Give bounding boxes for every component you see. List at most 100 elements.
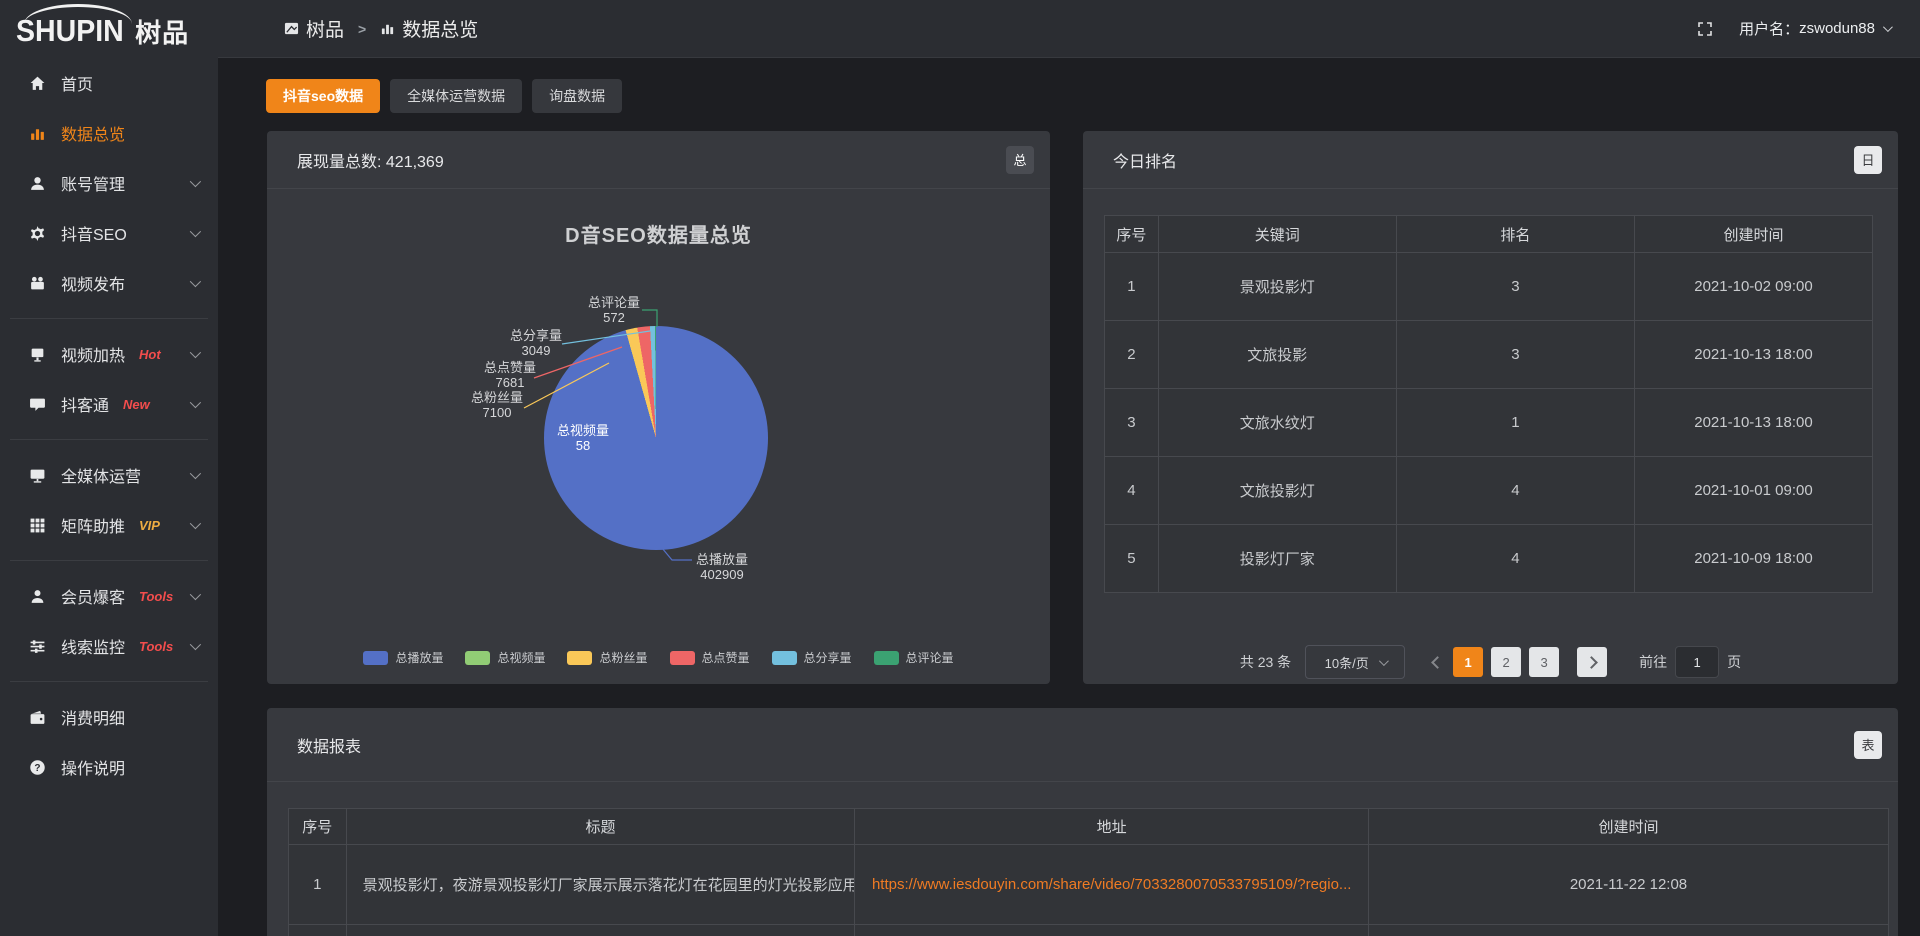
sidebar-item-label: 线索监控 [61,634,125,658]
screen-icon [28,346,46,363]
column-header: 地址 [855,809,1369,845]
sidebar-item-2[interactable]: 账号管理 [0,158,218,208]
day-toggle-button[interactable]: 日 [1854,146,1882,174]
chevron-down-icon [190,226,201,237]
main-content: 抖音seo数据全媒体运营数据询盘数据 展现量总数: 421,369 总 D音SE… [218,58,1920,936]
legend-item-2[interactable]: 总粉丝量 [567,649,647,666]
gear-icon [28,225,46,242]
pie-label-fans: 总粉丝量7100 [449,390,545,420]
prev-page-button[interactable] [1429,655,1443,669]
sidebar-item-label: 数据总览 [61,121,125,145]
legend-item-4[interactable]: 总分享量 [772,649,852,666]
sidebar-item-0[interactable]: 首页 [0,58,218,108]
breadcrumb-item-home[interactable]: 树品 [284,15,344,42]
chevron-down-icon [1379,656,1389,666]
pie-label-plays: 总播放量402909 [674,552,770,582]
report-table-head: 序号标题地址创建时间 [289,809,1889,845]
sidebar-item-badge: Hot [139,347,161,362]
sidebar-item-7[interactable]: 全媒体运营 [0,450,218,500]
table-cell: 2021-10-01 09:00 [1634,457,1872,525]
legend-swatch [465,651,490,665]
video-link[interactable]: https://www.iesdouyin.com/share/video/70… [872,876,1352,893]
table-cell: 2021-10-13 18:00 [1634,321,1872,389]
tab-1[interactable]: 全媒体运营数据 [390,79,522,113]
chat-bubble-icon [28,396,46,413]
logo-text-cn: 树品 [135,13,189,50]
home-icon [28,75,46,92]
ranking-panel-header: 今日排名 日 [1083,131,1898,189]
table-cell: 3 [1396,253,1634,321]
sidebar-item-5[interactable]: 视频加热Hot [0,329,218,379]
table-cell: 5 [1105,525,1159,593]
sidebar-divider [10,439,208,440]
page-button-3[interactable]: 3 [1529,647,1559,677]
breadcrumb-separator: > [358,21,366,37]
chevron-down-icon [190,397,201,408]
user-menu[interactable]: 用户名： zswodun88 [1739,18,1890,39]
legend-item-1[interactable]: 总视频量 [465,649,545,666]
ranking-table: 序号关键词排名创建时间 1景观投影灯32021-10-02 09:002文旅投影… [1104,215,1873,593]
table-cell: 景观投影灯 [1158,253,1396,321]
legend-item-5[interactable]: 总评论量 [874,649,954,666]
tab-2[interactable]: 询盘数据 [532,79,622,113]
sidebar-item-badge: Tools [139,589,173,604]
legend-item-3[interactable]: 总点赞量 [670,649,750,666]
goto-page-input[interactable] [1675,646,1719,678]
sidebar-item-label: 抖客通 [61,392,109,416]
total-toggle-button[interactable]: 总 [1006,146,1034,174]
page-size-select[interactable]: 10条/页 [1305,645,1405,679]
breadcrumb-item-current[interactable]: 数据总览 [380,15,478,42]
table-cell: https://www.iesdouyin.com/share/video/70… [855,845,1369,925]
table-row: 4文旅投影灯42021-10-01 09:00 [1105,457,1873,525]
chevron-down-icon [190,589,201,600]
sidebar-item-label: 消费明细 [61,705,125,729]
table-cell: 文旅投影灯 [1158,457,1396,525]
ranking-panel-title: 今日排名 [1113,148,1177,172]
sidebar-divider [10,681,208,682]
chevron-down-icon [190,468,201,479]
ranking-table-body: 1景观投影灯32021-10-02 09:002文旅投影32021-10-13 … [1105,253,1873,593]
legend-swatch [363,651,388,665]
legend-item-0[interactable]: 总播放量 [363,649,443,666]
table-cell: 2021-11-22 12:08 [1368,845,1888,925]
member-icon [28,588,46,605]
app-logo: SHUPIN 树品 [0,0,218,58]
table-toggle-button[interactable]: 表 [1854,731,1882,759]
sidebar-item-6[interactable]: 抖客通New [0,379,218,429]
sidebar-menu: 首页数据总览账号管理抖音SEO视频发布视频加热Hot抖客通New全媒体运营矩阵助… [0,58,218,792]
sidebar-item-label: 视频发布 [61,271,125,295]
table-row: 1景观投影灯，夜游景观投影灯厂家展示展示落花灯在花园里的灯光投影应用效果 #ht… [289,845,1889,925]
sidebar-item-9[interactable]: 会员爆客Tools [0,571,218,621]
sidebar-item-label: 首页 [61,71,93,95]
table-cell: 景观投影灯，夜游景观投影灯厂家展示展示落花灯在花园里的灯光投影应用效果 # [346,845,855,925]
chevron-down-icon [190,276,201,287]
report-table: 序号标题地址创建时间 1景观投影灯，夜游景观投影灯厂家展示展示落花灯在花园里的灯… [288,808,1889,936]
fullscreen-icon[interactable] [1697,21,1713,37]
tab-0[interactable]: 抖音seo数据 [266,79,380,113]
table-row: 2文旅投影32021-10-13 18:00 [1105,321,1873,389]
sidebar-item-8[interactable]: 矩阵助推VIP [0,500,218,550]
data-report-panel: 数据报表 表 序号标题地址创建时间 1景观投影灯，夜游景观投影灯厂家展示展示落花… [267,708,1898,936]
sidebar-item-1[interactable]: 数据总览 [0,108,218,158]
chart-legend: 总播放量 总视频量 总粉丝量 总点赞量 总分享量 总评论量 [267,649,1050,666]
next-page-button[interactable] [1577,647,1607,677]
sliders-icon [28,638,46,655]
page-button-1[interactable]: 1 [1453,647,1483,677]
username-value: zswodun88 [1799,20,1875,37]
legend-label: 总粉丝量 [599,649,647,666]
seo-chart-panel: 展现量总数: 421,369 总 D音SEO数据量总览 总评论量572 总分享量… [267,131,1050,684]
table-row: 3文旅水纹灯12021-10-13 18:00 [1105,389,1873,457]
chevron-down-icon [190,176,201,187]
sidebar: SHUPIN 树品 首页数据总览账号管理抖音SEO 视频发布视频加热Hot抖客通N… [0,0,218,936]
sidebar-item-3[interactable]: 抖音SEO [0,208,218,258]
sidebar-item-11[interactable]: 消费明细 [0,692,218,742]
sidebar-item-4[interactable]: 视频发布 [0,258,218,308]
sidebar-item-10[interactable]: 线索监控Tools [0,621,218,671]
table-cell: 文旅投影 [1158,321,1396,389]
page-button-2[interactable]: 2 [1491,647,1521,677]
chevron-down-icon [190,639,201,650]
sidebar-item-12[interactable]: ?操作说明 [0,742,218,792]
sidebar-item-label: 矩阵助推 [61,513,125,537]
table-cell: 1 [1396,389,1634,457]
chevron-down-icon [1883,22,1893,32]
